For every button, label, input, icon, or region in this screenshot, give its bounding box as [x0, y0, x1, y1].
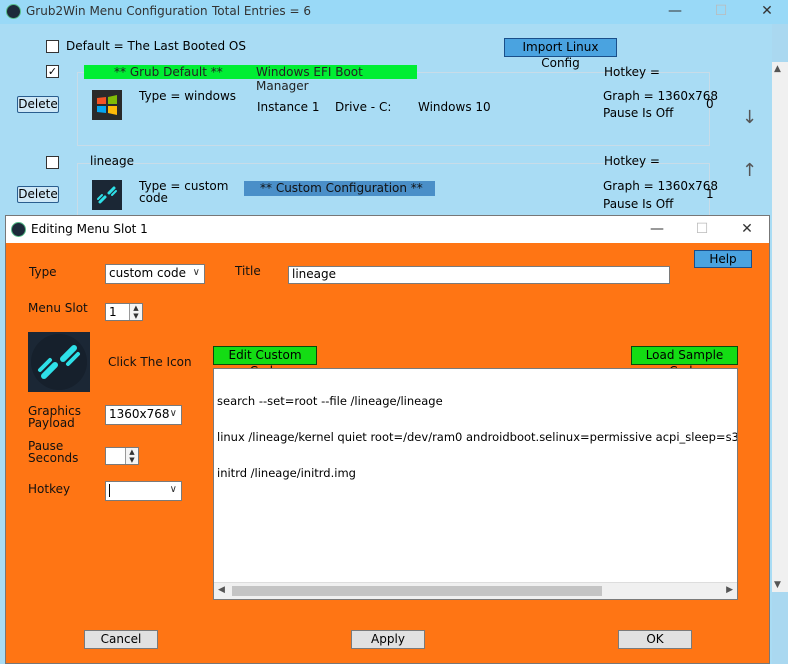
title-input[interactable]: lineage	[288, 266, 670, 284]
stepper-arrows-icon[interactable]: ▲ ▼	[129, 304, 142, 320]
scroll-left-icon[interactable]: ◀	[218, 584, 225, 596]
cancel-button[interactable]: Cancel	[84, 630, 158, 649]
code-line: search --set=root --file /lineage/lineag…	[217, 394, 443, 408]
text-cursor	[109, 484, 110, 497]
menu-slot-stepper[interactable]: 1 ▲ ▼	[105, 303, 143, 321]
type-select-value: custom code	[109, 266, 186, 280]
entry-drive: Drive - C:	[335, 100, 392, 114]
graphics-payload-value: 1360x768	[109, 407, 170, 421]
close-icon[interactable]: ✕	[724, 218, 770, 242]
total-entries-label: Total Entries = 6	[212, 4, 311, 18]
grub-default-tag: ** Grub Default **	[114, 65, 223, 79]
move-down-arrow-icon[interactable]: ↓	[742, 107, 757, 128]
entry-type-line2: code	[139, 191, 168, 205]
pause-seconds-stepper[interactable]: ▲ ▼	[105, 447, 139, 465]
entry-title-bar[interactable]: ** Grub Default ** Windows EFI Boot Mana…	[84, 65, 417, 93]
windows-logo-icon[interactable]	[92, 90, 122, 120]
entry-title: Windows EFI Boot Manager	[256, 65, 363, 93]
hotkey-select[interactable]: ∨	[105, 481, 182, 501]
entry-graph: Graph = 1360x768	[603, 89, 719, 103]
edit-menu-slot-dialog: Editing Menu Slot 1 — ☐ ✕ Help Type cust…	[5, 215, 770, 664]
hotkey-label: Hotkey	[28, 482, 71, 496]
entry-checkbox[interactable]: ✓	[46, 65, 59, 78]
maximize-icon[interactable]: ☐	[679, 218, 725, 242]
vertical-scrollbar[interactable]: ▲ ▼	[772, 62, 788, 592]
minimize-icon[interactable]: —	[652, 0, 698, 24]
entry-slot-number: 1	[706, 187, 714, 201]
dialog-title: Editing Menu Slot 1	[31, 222, 148, 236]
move-up-arrow-icon[interactable]: ↑	[742, 160, 757, 181]
maximize-icon[interactable]: ☐	[698, 0, 744, 24]
entry-pause: Pause Is Off	[603, 106, 674, 120]
entry-hotkey: Hotkey =	[604, 154, 660, 168]
main-window-title: Grub2Win Menu Configuration	[26, 4, 208, 18]
entry-checkbox[interactable]	[46, 156, 59, 169]
ok-button[interactable]: OK	[618, 630, 692, 649]
delete-button[interactable]: Delete	[17, 186, 59, 203]
horizontal-scrollbar[interactable]: ◀ ▶	[214, 582, 737, 599]
stepper-arrows-icon[interactable]: ▲ ▼	[125, 448, 138, 464]
entry-pause: Pause Is Off	[603, 197, 674, 211]
entry-hotkey: Hotkey =	[604, 65, 660, 79]
entry-graph: Graph = 1360x768	[603, 179, 719, 193]
minimize-icon[interactable]: —	[634, 218, 680, 242]
scroll-down-icon[interactable]: ▼	[774, 580, 781, 590]
entry-title: lineage	[90, 154, 135, 168]
chevron-down-icon: ∨	[169, 484, 177, 495]
custom-code-textarea[interactable]: search --set=root --file /lineage/lineag…	[213, 368, 738, 600]
entry-type: Type = custom code	[139, 180, 228, 204]
type-label: Type	[29, 265, 57, 279]
menu-slot-value: 1	[109, 305, 117, 319]
scroll-up-icon[interactable]: ▲	[774, 64, 781, 74]
app-icon	[11, 222, 26, 237]
entry-os: Windows 10	[418, 100, 491, 114]
entry-type: Type = windows	[139, 89, 237, 103]
pause-seconds-label: Pause Seconds	[28, 440, 78, 464]
default-label: Default = The Last Booted OS	[66, 39, 246, 53]
title-label: Title	[235, 264, 261, 278]
lineage-icon[interactable]	[28, 332, 90, 392]
scrollbar-thumb[interactable]	[232, 586, 602, 596]
delete-button[interactable]: Delete	[17, 96, 59, 113]
pause-seconds-label-line2: Seconds	[28, 451, 79, 465]
help-button[interactable]: Help	[694, 250, 752, 268]
graphics-payload-label: Graphics Payload	[28, 405, 81, 429]
code-line: linux /lineage/kernel quiet root=/dev/ra…	[217, 430, 738, 444]
entry-slot-number: 0	[706, 97, 714, 111]
chevron-down-icon: ∨	[192, 267, 200, 278]
click-icon-label: Click The Icon	[108, 355, 192, 369]
code-line: initrd /lineage/initrd.img	[217, 466, 356, 480]
graphics-payload-select[interactable]: 1360x768 ∨	[105, 405, 182, 425]
custom-configuration-tag: ** Custom Configuration **	[244, 181, 435, 196]
close-icon[interactable]: ✕	[744, 0, 788, 24]
load-sample-code-button[interactable]: Load Sample Code	[631, 346, 738, 378]
menu-slot-label: Menu Slot	[28, 301, 88, 315]
chevron-down-icon: ∨	[169, 408, 177, 419]
app-icon	[6, 4, 21, 19]
apply-button[interactable]: Apply	[351, 630, 425, 649]
default-checkbox[interactable]	[46, 40, 59, 53]
import-linux-config-button[interactable]: Import Linux Config	[504, 38, 617, 70]
type-select[interactable]: custom code ∨	[105, 264, 205, 284]
scroll-right-icon[interactable]: ▶	[726, 584, 733, 596]
graphics-payload-label-line2: Payload	[28, 416, 75, 430]
chain-link-icon[interactable]	[92, 180, 122, 210]
edit-custom-code-button[interactable]: Edit Custom Code	[213, 346, 317, 378]
entry-instance: Instance 1	[257, 100, 320, 114]
